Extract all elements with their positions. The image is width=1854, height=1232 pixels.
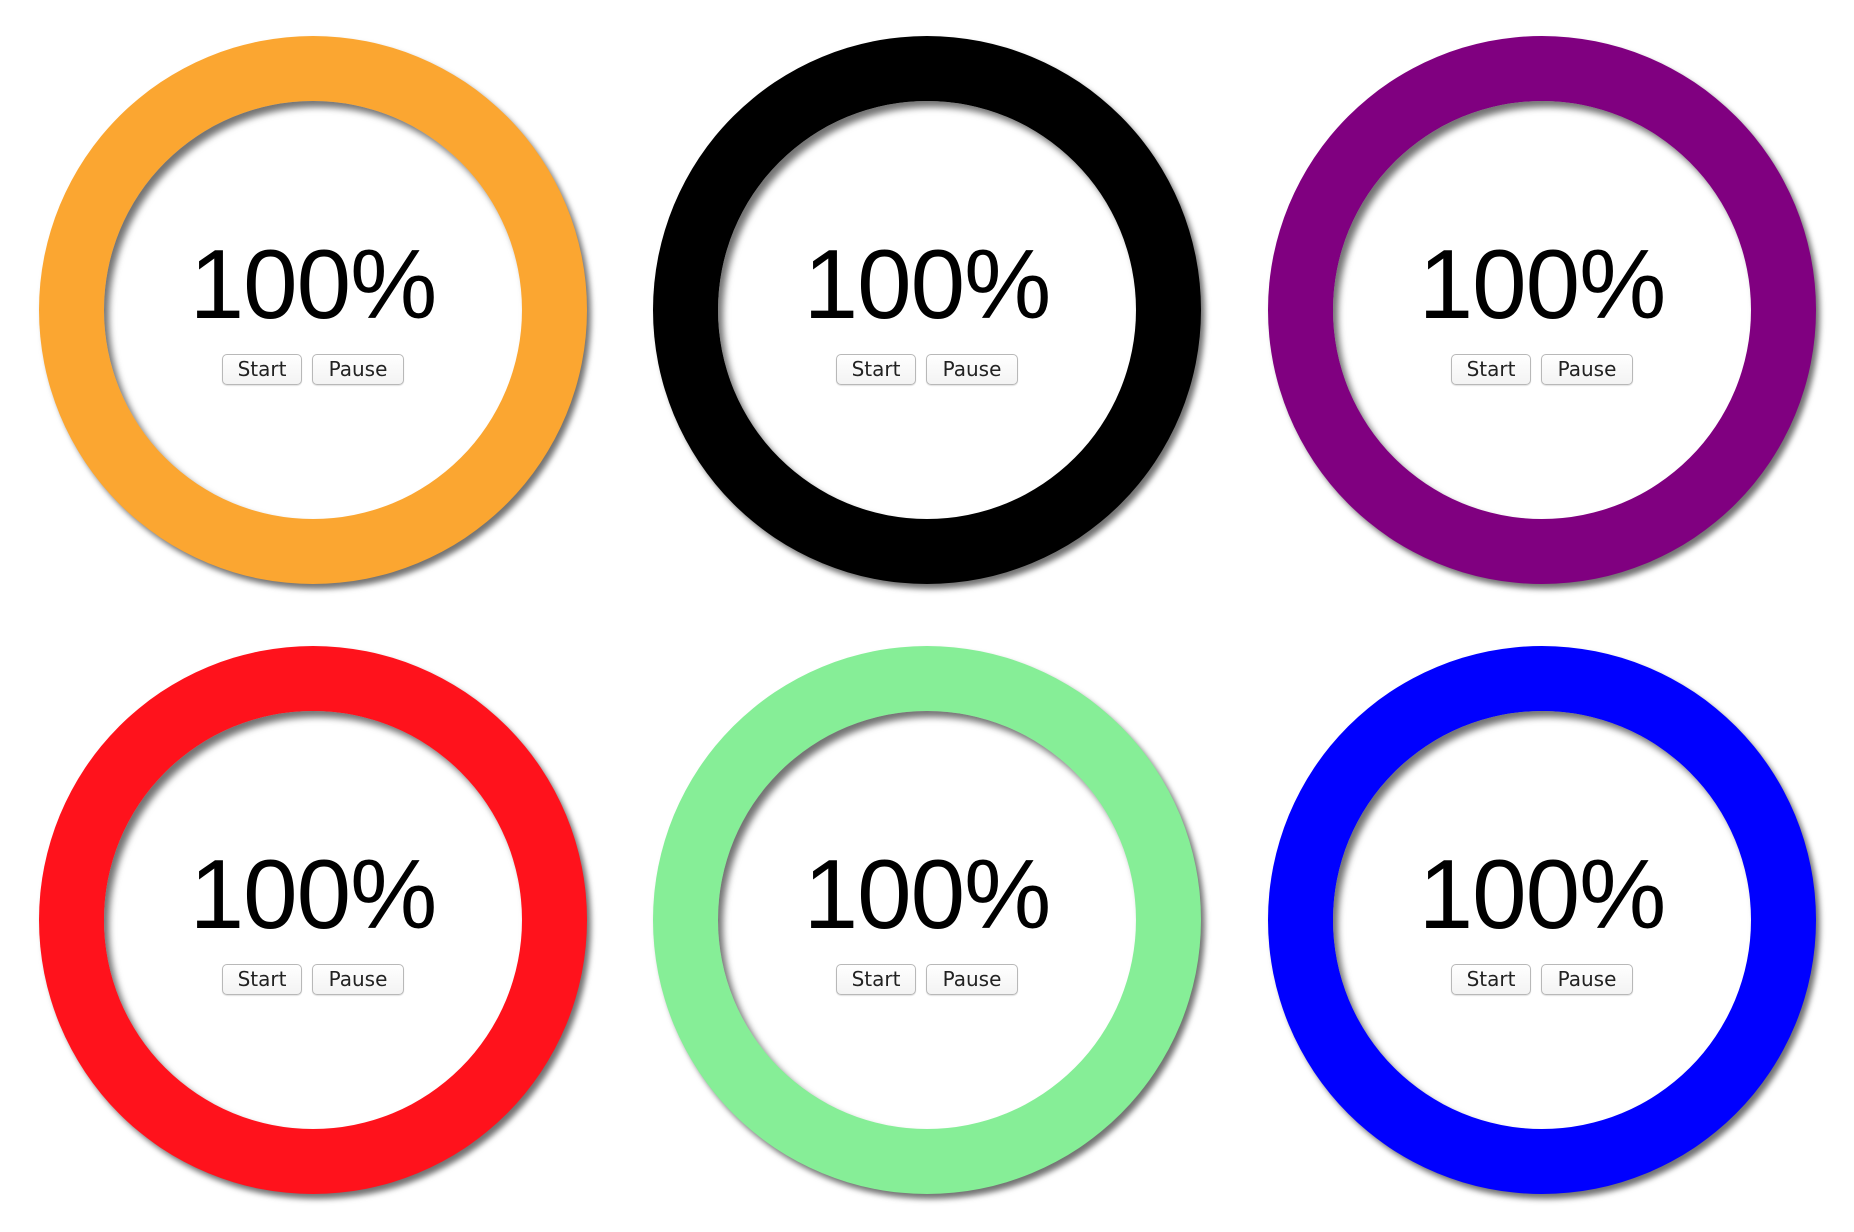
progress-ring-purple: 100% Start Pause bbox=[1268, 36, 1816, 584]
start-button[interactable]: Start bbox=[836, 354, 916, 385]
progress-percentage: 100% bbox=[189, 839, 438, 949]
start-button[interactable]: Start bbox=[1451, 964, 1531, 995]
start-button[interactable]: Start bbox=[222, 964, 302, 995]
timer-controls: Start Pause bbox=[1268, 354, 1816, 385]
timer-controls: Start Pause bbox=[653, 964, 1201, 995]
pause-button[interactable]: Pause bbox=[1541, 964, 1633, 995]
progress-percentage: 100% bbox=[803, 229, 1052, 339]
progress-ring-blue: 100% Start Pause bbox=[1268, 646, 1816, 1194]
progress-ring-green: 100% Start Pause bbox=[653, 646, 1201, 1194]
start-button[interactable]: Start bbox=[836, 964, 916, 995]
pause-button[interactable]: Pause bbox=[926, 354, 1018, 385]
progress-percentage: 100% bbox=[189, 229, 438, 339]
start-button[interactable]: Start bbox=[222, 354, 302, 385]
pause-button[interactable]: Pause bbox=[312, 354, 404, 385]
progress-ring-black: 100% Start Pause bbox=[653, 36, 1201, 584]
timer-grid: 100% Start Pause 100% Start Pause 100% S… bbox=[0, 0, 1854, 1232]
progress-ring-red: 100% Start Pause bbox=[39, 646, 587, 1194]
pause-button[interactable]: Pause bbox=[1541, 354, 1633, 385]
pause-button[interactable]: Pause bbox=[926, 964, 1018, 995]
progress-percentage: 100% bbox=[803, 839, 1052, 949]
timer-controls: Start Pause bbox=[39, 354, 587, 385]
timer-controls: Start Pause bbox=[39, 964, 587, 995]
progress-ring-orange: 100% Start Pause bbox=[39, 36, 587, 584]
start-button[interactable]: Start bbox=[1451, 354, 1531, 385]
progress-percentage: 100% bbox=[1418, 839, 1667, 949]
progress-percentage: 100% bbox=[1418, 229, 1667, 339]
timer-controls: Start Pause bbox=[1268, 964, 1816, 995]
timer-controls: Start Pause bbox=[653, 354, 1201, 385]
pause-button[interactable]: Pause bbox=[312, 964, 404, 995]
